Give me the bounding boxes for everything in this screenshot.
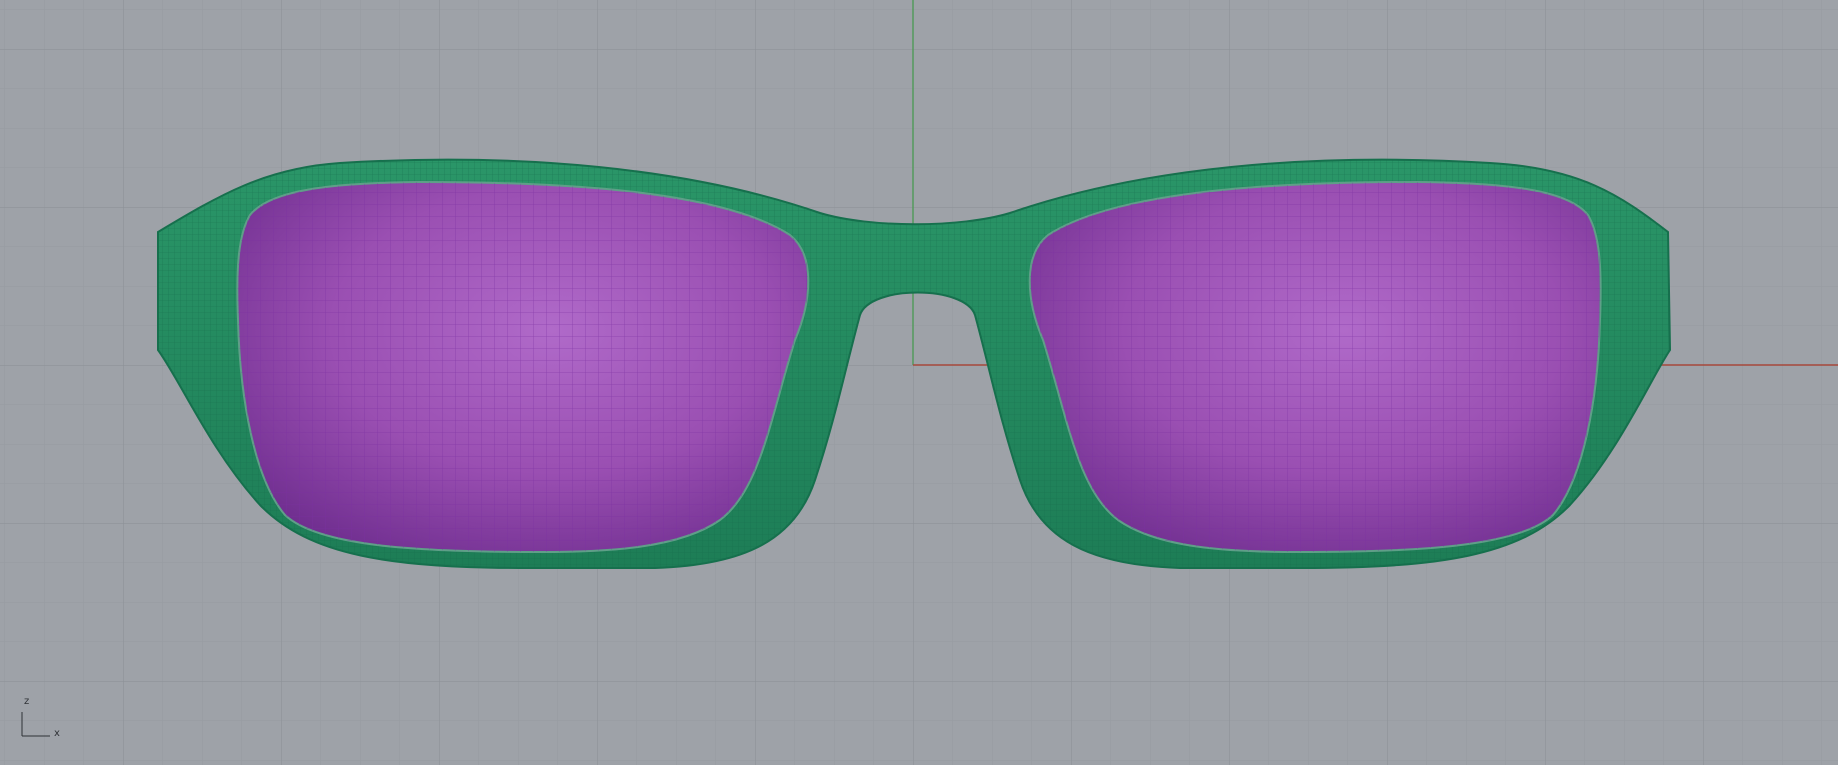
- left-lens-mesh: [237, 182, 809, 552]
- viewport-front[interactable]: z x: [0, 0, 1838, 765]
- axis-indicator-z-label: z: [24, 696, 30, 707]
- axis-indicator-x-label: x: [54, 728, 60, 739]
- right-lens-mesh: [1029, 182, 1601, 552]
- viewport-canvas[interactable]: [0, 0, 1838, 765]
